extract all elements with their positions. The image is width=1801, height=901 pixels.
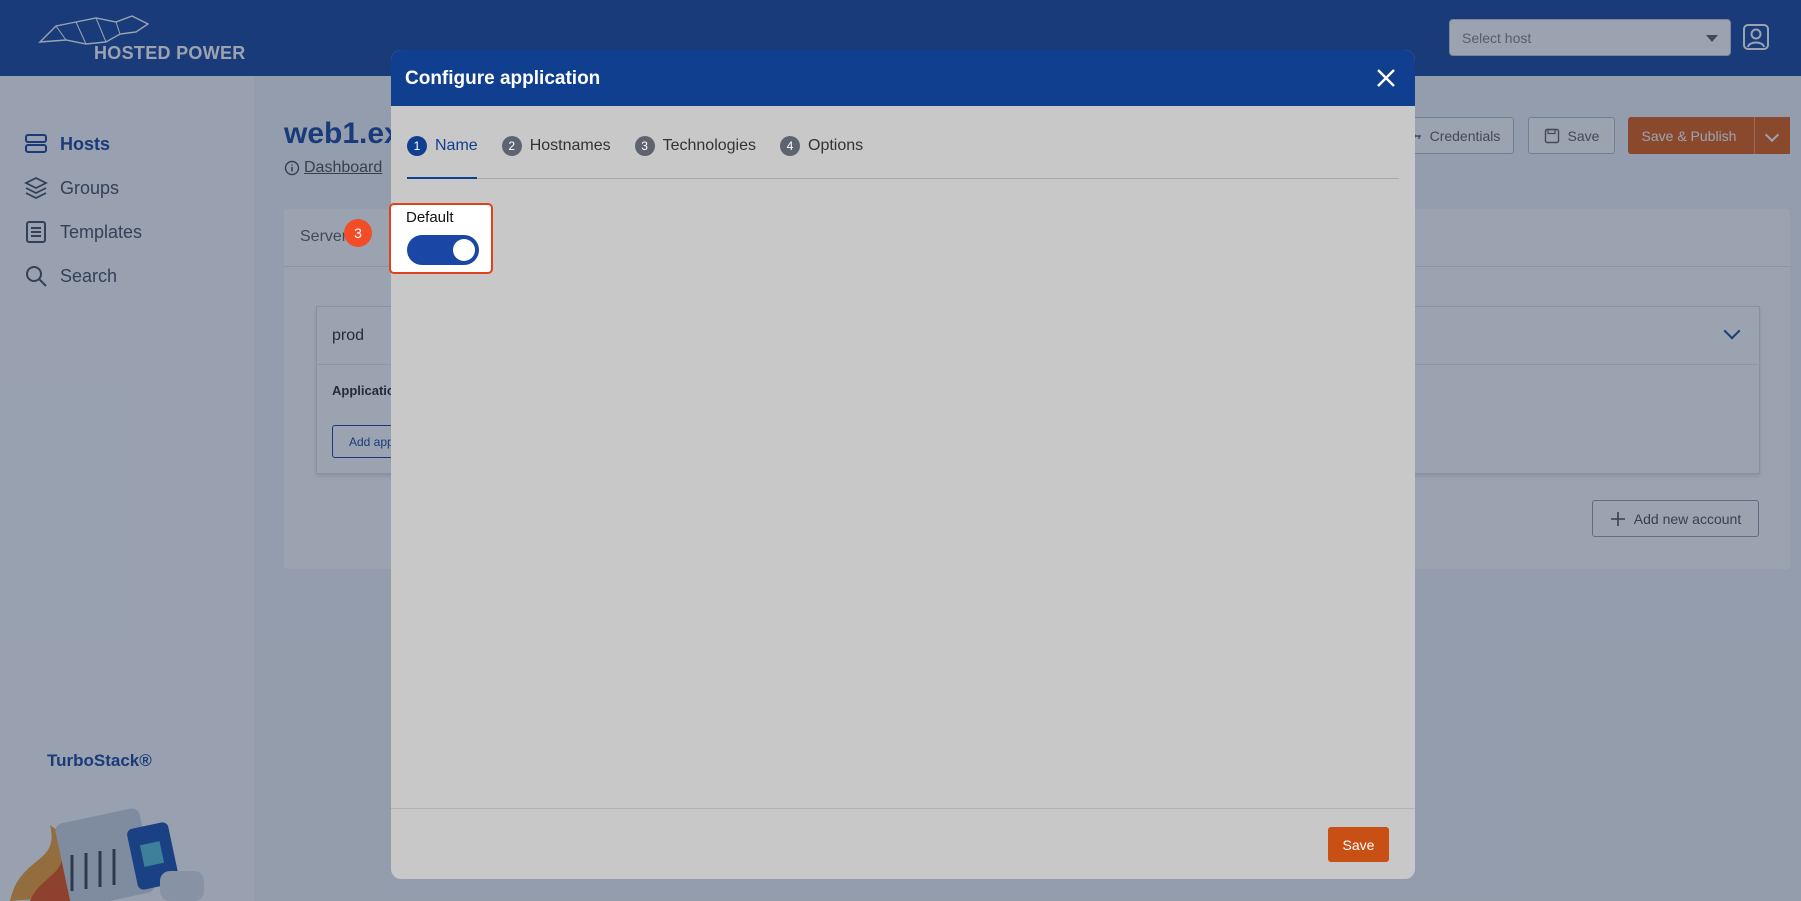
footer-divider xyxy=(391,808,1415,809)
steps-divider xyxy=(407,178,1399,179)
step-hostnames[interactable]: 2 Hostnames xyxy=(501,136,611,156)
step-label: Technologies xyxy=(662,137,757,154)
step-label: Hostnames xyxy=(529,137,611,154)
step-number: 2 xyxy=(501,136,522,156)
step-number: 3 xyxy=(634,136,655,156)
default-toggle-switch[interactable] xyxy=(407,235,479,265)
step-number: 1 xyxy=(407,136,427,156)
close-icon[interactable] xyxy=(1375,67,1397,89)
step-options[interactable]: 4 Options xyxy=(780,136,863,156)
modal-save-button[interactable]: Save xyxy=(1328,827,1389,862)
modal-header: Configure application xyxy=(391,50,1415,106)
configure-application-modal: Configure application 1 Name 2 Hostnames… xyxy=(391,50,1415,879)
step-name[interactable]: 1 Name xyxy=(407,136,478,156)
modal-title: Configure application xyxy=(405,68,601,89)
step-tabs: 1 Name 2 Hostnames 3 Technologies 4 Opti… xyxy=(407,136,863,156)
default-label: Default xyxy=(406,209,454,226)
annotation-badge: 3 xyxy=(344,219,372,247)
step-number: 4 xyxy=(780,136,801,156)
step-technologies[interactable]: 3 Technologies xyxy=(634,136,757,156)
step-label: Options xyxy=(808,137,864,154)
step-label: Name xyxy=(435,137,478,154)
active-step-indicator xyxy=(407,177,477,179)
toggle-knob xyxy=(453,239,475,261)
